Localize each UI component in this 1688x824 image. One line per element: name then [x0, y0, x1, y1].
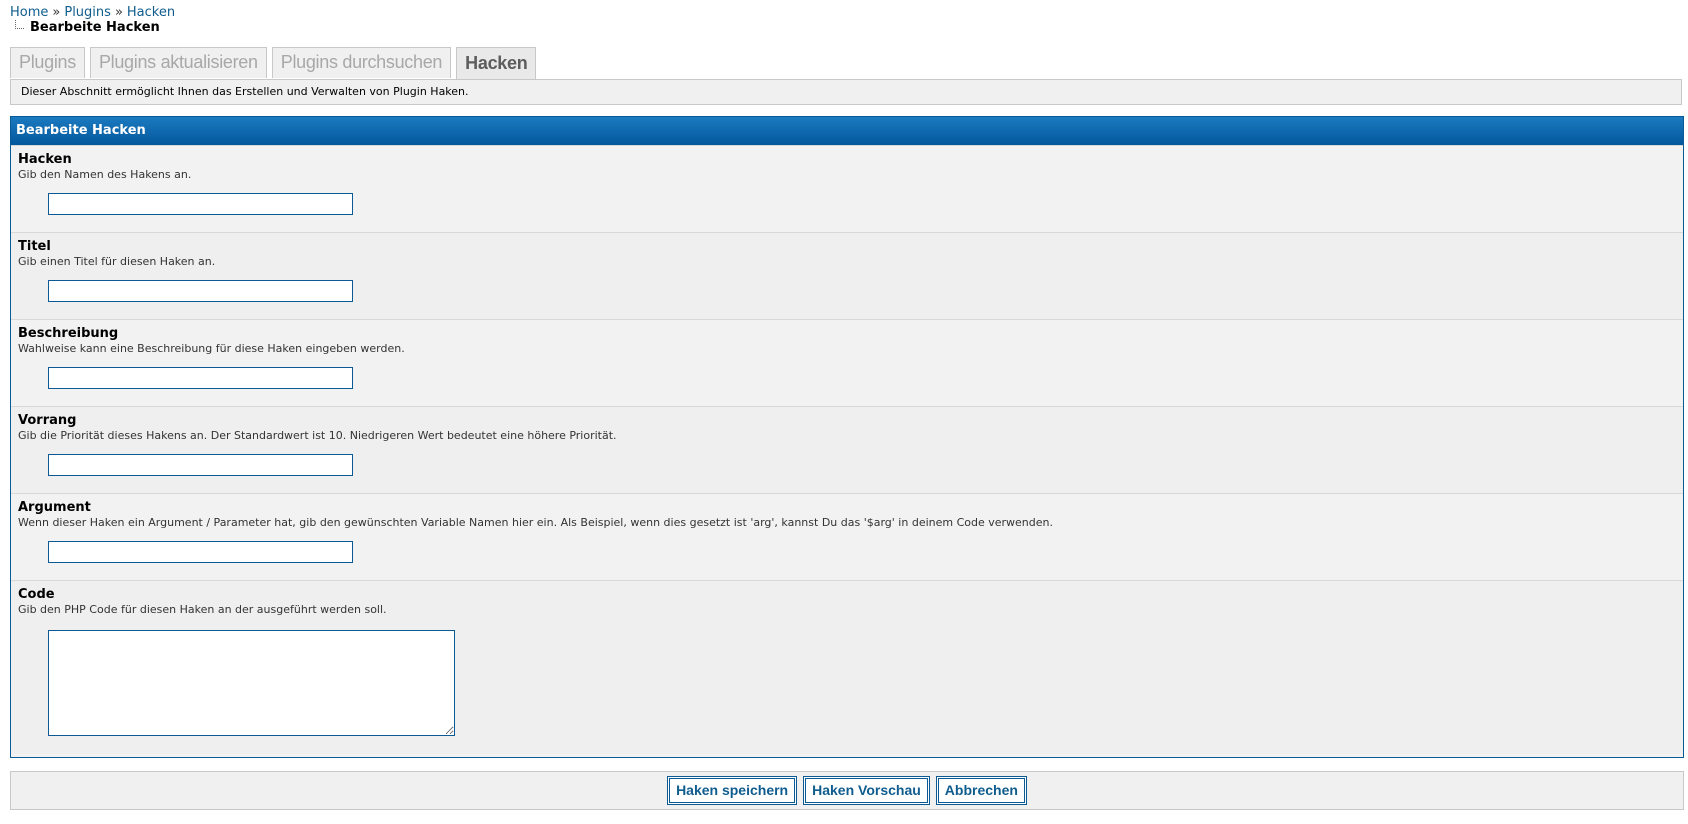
form-actions: Haken speichern Haken Vorschau Abbrechen [10, 771, 1684, 810]
field-row-priority: Vorrang Gib die Priorität dieses Hakens … [11, 406, 1683, 493]
page-title: Bearbeite Hacken [15, 20, 160, 35]
save-hook-button[interactable]: Haken speichern [667, 776, 798, 805]
breadcrumb-hooks-link[interactable]: Hacken [127, 5, 175, 20]
field-row-hook: Hacken Gib den Namen des Hakens an. [11, 145, 1683, 232]
edit-hook-form: Bearbeite Hacken Hacken Gib den Namen de… [10, 116, 1684, 758]
tab-hooks[interactable]: Hacken [456, 47, 537, 80]
tab-plugins[interactable]: Plugins [10, 47, 85, 78]
breadcrumb-separator: » [114, 5, 123, 20]
field-row-title: Titel Gib einen Titel für diesen Haken a… [11, 232, 1683, 319]
field-description: Gib die Priorität dieses Hakens an. Der … [18, 429, 617, 442]
preview-hook-button[interactable]: Haken Vorschau [803, 776, 930, 805]
field-description: Wahlweise kann eine Beschreibung für die… [18, 342, 405, 355]
field-label: Code [18, 587, 55, 602]
breadcrumb-separator: » [52, 5, 61, 20]
breadcrumb: Home » Plugins» Hacken [10, 5, 175, 20]
form-header: Bearbeite Hacken [11, 117, 1683, 145]
breadcrumb-home-link[interactable]: Home [10, 5, 48, 20]
cancel-button[interactable]: Abbrechen [935, 776, 1027, 805]
field-description: Gib den Namen des Hakens an. [18, 168, 192, 181]
title-input[interactable] [48, 280, 353, 302]
field-row-description: Beschreibung Wahlweise kann eine Beschre… [11, 319, 1683, 406]
field-row-code: Code Gib den PHP Code für diesen Haken a… [11, 580, 1683, 754]
field-label: Hacken [18, 152, 72, 167]
intro-text: Dieser Abschnitt ermöglicht Ihnen das Er… [10, 79, 1682, 105]
priority-input[interactable] [48, 454, 353, 476]
field-description: Gib den PHP Code für diesen Haken an der… [18, 603, 387, 616]
tab-browse-plugins[interactable]: Plugins durchsuchen [271, 47, 452, 78]
code-textarea[interactable] [48, 630, 455, 736]
breadcrumb-plugins-link[interactable]: Plugins [64, 5, 111, 20]
field-description: Wenn dieser Haken ein Argument / Paramet… [18, 516, 1053, 529]
field-label: Beschreibung [18, 326, 119, 341]
field-label: Vorrang [18, 413, 77, 428]
hook-name-input[interactable] [48, 193, 353, 215]
field-label: Titel [18, 239, 51, 254]
field-row-argument: Argument Wenn dieser Haken ein Argument … [11, 493, 1683, 580]
field-description: Gib einen Titel für diesen Haken an. [18, 255, 216, 268]
argument-input[interactable] [48, 541, 353, 563]
tab-update-plugins[interactable]: Plugins aktualisieren [89, 47, 267, 78]
page-title-text: Bearbeite Hacken [30, 20, 160, 35]
tab-bar: Plugins Plugins aktualisieren Plugins du… [10, 47, 537, 80]
description-input[interactable] [48, 367, 353, 389]
tree-branch-icon [15, 20, 24, 29]
field-label: Argument [18, 500, 91, 515]
